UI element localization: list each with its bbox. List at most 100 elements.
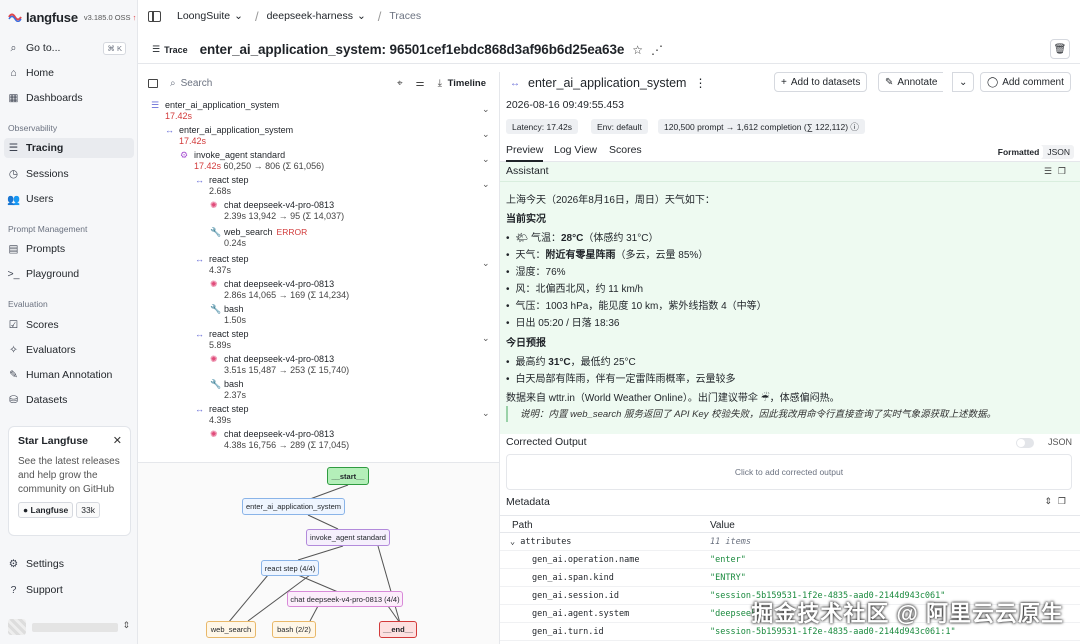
- delete-trace-button[interactable]: 🗑: [1050, 39, 1070, 59]
- tree-node[interactable]: ☰ enter_ai_application_system 17.42s: [151, 100, 279, 122]
- nav-evaluators[interactable]: ✧ Evaluators: [8, 340, 132, 360]
- wrap-text-icon[interactable]: ☰: [1044, 166, 1058, 176]
- trace-tag: ☰ Trace: [152, 44, 188, 55]
- metadata-label: Metadata: [506, 496, 550, 508]
- nav-prompts[interactable]: ▤ Prompts: [8, 239, 132, 259]
- chevron-down-icon: ⌄: [510, 537, 516, 547]
- tree-node[interactable]: ↔ react step 5.89s: [195, 329, 249, 351]
- chevron-down-icon[interactable]: ⌄: [482, 179, 490, 190]
- timeline-toggle[interactable]: Timeline: [448, 78, 486, 89]
- graph-node-chat[interactable]: chat deepseek-v4-pro-0813 (4/4): [287, 591, 403, 607]
- nav-datasets[interactable]: ⛁ Datasets: [8, 390, 132, 410]
- star-icon[interactable]: ☆: [632, 43, 643, 57]
- tree-node[interactable]: ✺ chat deepseek-v4-pro-0813 2.86s 14,065…: [210, 279, 349, 301]
- format-json[interactable]: JSON: [1043, 145, 1074, 159]
- tree-node[interactable]: ✺ chat deepseek-v4-pro-0813 2.39s 13,942…: [210, 200, 344, 222]
- graph-edges: [227, 484, 401, 624]
- graph-node-bash[interactable]: bash (2/2): [272, 621, 316, 638]
- pen-icon: ✎: [9, 369, 18, 381]
- copy-icon[interactable]: ❐: [1058, 166, 1072, 176]
- tab-preview[interactable]: Preview: [506, 144, 544, 162]
- crosshair-icon[interactable]: ⌖: [397, 78, 403, 89]
- tree-node[interactable]: 🔧 web_search ERROR 0.24s: [210, 227, 307, 249]
- tab-scores[interactable]: Scores: [609, 144, 642, 156]
- corrected-output-input[interactable]: Click to add corrected output: [506, 454, 1072, 490]
- graph-node-start[interactable]: __start__: [327, 467, 369, 485]
- add-comment-button[interactable]: ◯ Add comment: [980, 72, 1071, 92]
- nav-human-annotation[interactable]: ✎ Human Annotation: [8, 365, 132, 385]
- more-vertical-icon[interactable]: ⋮: [694, 76, 706, 90]
- star-card-description: See the latest releases and help grow th…: [18, 456, 120, 495]
- github-icon: ● Langfuse: [18, 502, 74, 518]
- agent-graph: __start__ enter_ai_application_system in…: [138, 462, 500, 644]
- chevron-down-icon[interactable]: ⌄: [482, 129, 490, 140]
- nav-users[interactable]: 👥 Users: [7, 189, 132, 209]
- settings-sliders-icon[interactable]: ⚌: [416, 78, 425, 89]
- chevron-down-icon[interactable]: ⌄: [482, 333, 490, 344]
- search-icon: ⌕: [170, 77, 176, 89]
- add-to-datasets-button[interactable]: + Add to datasets: [774, 72, 868, 92]
- download-icon[interactable]: ⤓: [438, 78, 442, 89]
- annotate-button[interactable]: ✎ Annotate: [878, 72, 944, 92]
- dashboard-icon: ▦: [8, 92, 19, 104]
- nav-home[interactable]: ⌂ Home: [8, 63, 132, 83]
- tree-node[interactable]: 🔧 bash 1.50s: [210, 304, 246, 326]
- tab-log-view[interactable]: Log View: [554, 144, 597, 156]
- json-toggle[interactable]: [1016, 438, 1034, 448]
- tree-node[interactable]: ⚙ invoke_agent standard 17.42s 60,250 → …: [180, 150, 324, 172]
- list-tree-icon: ☰: [8, 142, 19, 154]
- nav-dashboards[interactable]: ▦ Dashboards: [8, 88, 132, 108]
- nav-settings[interactable]: ⚙ Settings: [8, 554, 132, 574]
- message-icon: ◯: [987, 76, 999, 88]
- panel-toggle-icon[interactable]: [148, 78, 158, 88]
- nav-sessions[interactable]: ◷ Sessions: [8, 164, 132, 184]
- copy-icon[interactable]: ❐: [1058, 496, 1072, 506]
- generation-icon: ✺: [210, 354, 218, 364]
- table-row[interactable]: ⌄ attributes 11 items: [500, 533, 1080, 551]
- tree-node[interactable]: 🔧 bash 2.37s: [210, 379, 246, 401]
- goto-search[interactable]: ⌕ Go to... ⌘ K: [8, 38, 132, 58]
- nav-playground[interactable]: >_ Playground: [8, 264, 132, 284]
- close-icon[interactable]: ✕: [113, 434, 122, 447]
- star-card-title: Star Langfuse: [18, 435, 89, 447]
- chevron-down-icon[interactable]: ⌄: [482, 258, 490, 269]
- detail-title: enter_ai_application_system: [528, 76, 687, 90]
- breadcrumb-project[interactable]: deepseek-harness ⌄: [267, 10, 366, 22]
- graph-node-react[interactable]: react step (4/4): [261, 560, 319, 576]
- expand-icon[interactable]: ⇕: [1044, 496, 1058, 506]
- breadcrumb-org[interactable]: LoongSuite ⌄: [177, 10, 243, 22]
- tree-search-input[interactable]: ⌕ Search: [170, 78, 212, 89]
- tree-node[interactable]: ↔ react step 2.68s: [195, 175, 249, 197]
- annotate-dropdown-button[interactable]: ⌄: [952, 72, 974, 92]
- token-usage-badge: 120,500 prompt → 1,612 completion (∑ 122…: [658, 119, 865, 134]
- share-icon[interactable]: ⋰: [651, 43, 663, 57]
- tree-node[interactable]: ↔ enter_ai_application_system 17.42s: [165, 125, 293, 147]
- table-row[interactable]: gen_ai.operation.name "enter": [500, 551, 1080, 569]
- tree-node[interactable]: ↔ react step 4.37s: [195, 254, 249, 276]
- format-formatted[interactable]: Formatted: [993, 145, 1044, 159]
- chevron-down-icon[interactable]: ⌄: [482, 104, 490, 115]
- table-row[interactable]: gen_ai.span.kind "ENTRY": [500, 569, 1080, 587]
- nav-scores[interactable]: ☑ Scores: [8, 315, 132, 335]
- user-menu[interactable]: ⇕: [8, 618, 132, 636]
- table-header: Path Value: [500, 515, 1080, 533]
- star-langfuse-card: Star Langfuse ✕ See the latest releases …: [8, 426, 131, 536]
- chevron-down-icon[interactable]: ⌄: [482, 154, 490, 165]
- chevron-down-icon[interactable]: ⌄: [482, 408, 490, 419]
- github-star-button[interactable]: ● Langfuse 33k: [18, 502, 121, 518]
- graph-node-end[interactable]: __end__: [379, 621, 417, 638]
- graph-node-app[interactable]: enter_ai_application_system: [242, 498, 345, 515]
- tree-node[interactable]: ↔ react step 4.39s: [195, 404, 249, 426]
- brand[interactable]: langfuse v3.185.0 OSS ↑: [8, 8, 136, 26]
- graph-node-agent[interactable]: invoke_agent standard: [306, 529, 390, 546]
- sidebar-toggle-icon[interactable]: [148, 10, 161, 22]
- chain-icon: ↔: [195, 329, 204, 339]
- pencil-square-icon: ✎: [885, 76, 894, 88]
- nav-support[interactable]: ? Support: [8, 580, 132, 600]
- score-icon: ☑: [8, 319, 19, 331]
- tree-node[interactable]: ✺ chat deepseek-v4-pro-0813 4.38s 16,756…: [210, 429, 349, 451]
- tree-node[interactable]: ✺ chat deepseek-v4-pro-0813 3.51s 15,487…: [210, 354, 349, 376]
- breadcrumb-page[interactable]: Traces: [389, 10, 421, 22]
- nav-tracing[interactable]: ☰ Tracing: [4, 138, 134, 158]
- graph-node-web-search[interactable]: web_search: [206, 621, 256, 638]
